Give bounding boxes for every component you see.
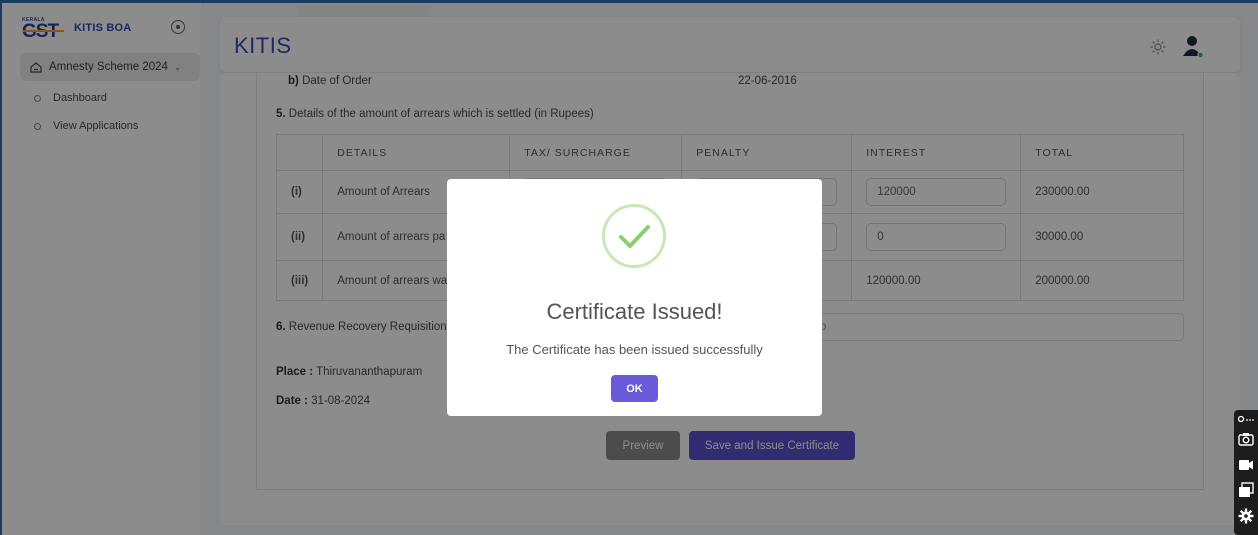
window-capture-icon[interactable] [1238, 482, 1254, 498]
success-dialog: Certificate Issued! The Certificate has … [447, 179, 822, 416]
floating-toolbar [1234, 410, 1258, 535]
gear-icon[interactable] [1238, 508, 1254, 524]
video-record-icon[interactable] [1238, 457, 1254, 473]
dialog-title: Certificate Issued! [546, 299, 723, 324]
dialog-message: The Certificate has been issued successf… [506, 342, 763, 357]
camera-icon[interactable] [1238, 431, 1254, 447]
link-more-icon[interactable] [1238, 414, 1254, 424]
checkmark-icon [619, 225, 650, 248]
success-check-icon [602, 204, 666, 268]
ok-button[interactable]: OK [611, 375, 658, 402]
